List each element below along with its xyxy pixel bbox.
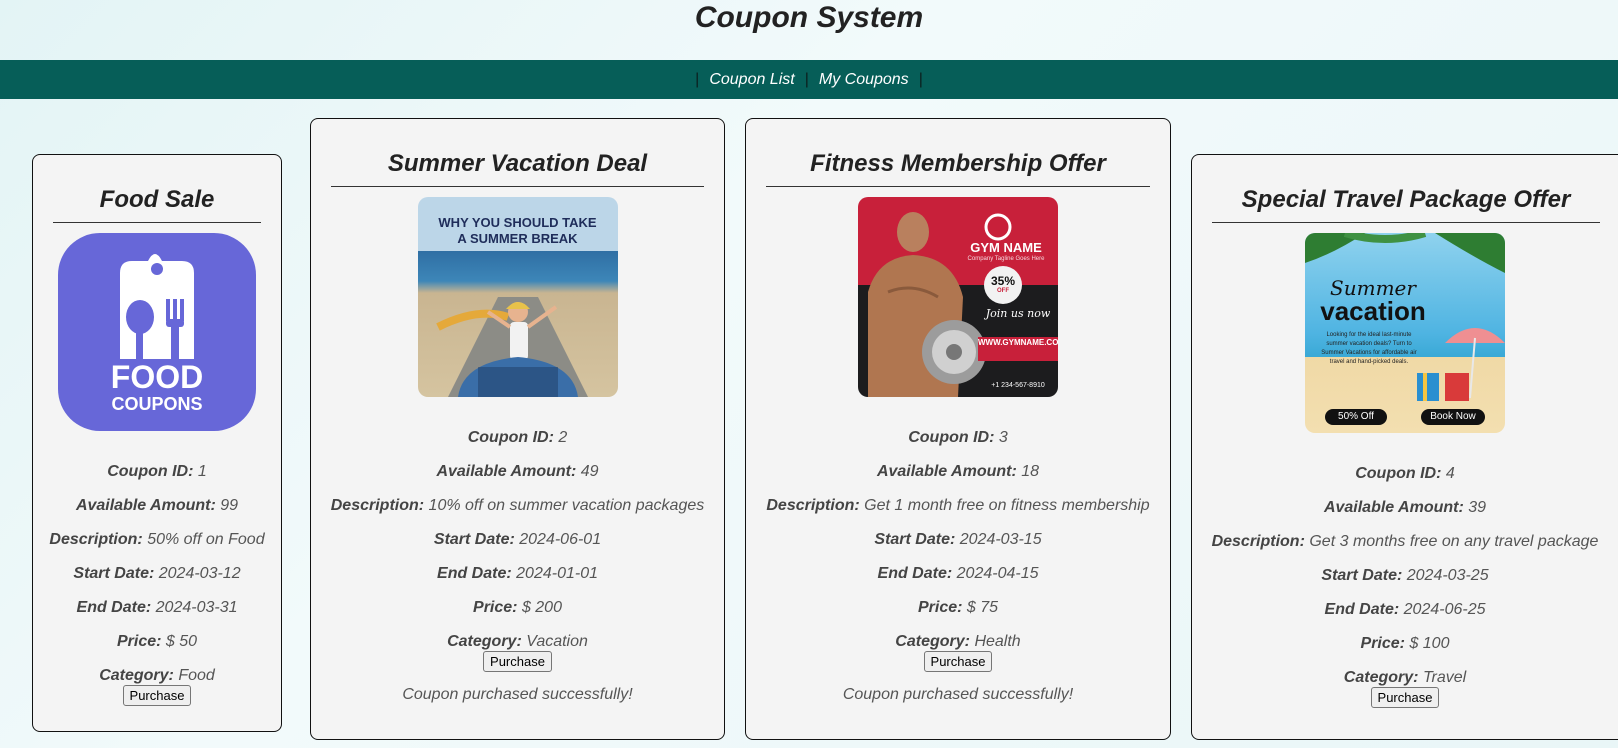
join-text: Join us now (985, 307, 1051, 320)
coupon-description-row: Description: 10% off on summer vacation … (330, 497, 705, 514)
coupon-image: GYM NAME Company Tagline Goes Here 35% O… (858, 197, 1058, 397)
coupon-card-fitness: Fitness Membership Offer GYM NAME Compan… (745, 118, 1171, 740)
image-pill-discount: 50% Off (1325, 409, 1387, 425)
coupon-amount-row: Available Amount: 49 (436, 463, 599, 480)
coupon-amount-value: 99 (220, 497, 239, 514)
nav-link-coupon-list[interactable]: Coupon List (709, 71, 794, 89)
nav-separator: | (804, 70, 809, 88)
coupon-id-value: 4 (1445, 465, 1455, 482)
coupon-amount-row: Available Amount: 18 (876, 463, 1040, 480)
coupon-price-row: Price: $ 200 (473, 599, 562, 616)
coupon-end-value: 2024-01-01 (516, 565, 598, 582)
coupon-image: FOOD COUPONS (58, 233, 256, 431)
coupon-price-value: $ 100 (1409, 635, 1450, 652)
coupon-price-value: $ 75 (966, 599, 999, 616)
coupon-category-row: Category: Vacation (447, 633, 588, 650)
coupon-category-value: Food (178, 667, 215, 684)
purchase-success-message: Coupon purchased successfully! (842, 686, 1074, 703)
coupon-price-value: $ 50 (165, 633, 198, 650)
coupon-start-value: 2024-03-25 (1406, 567, 1489, 584)
purchase-button[interactable]: Purchase (1370, 687, 1440, 708)
coupon-start-value: 2024-03-15 (959, 531, 1042, 548)
image-pill-book: Book Now (1421, 409, 1485, 425)
coupon-card-travel: Special Travel Package Offer Summer vaca… (1191, 154, 1618, 740)
coupon-card-summer-vacation: Summer Vacation Deal WHY YOU SHOULD TAKE… (310, 118, 725, 740)
coupon-end-row: End Date: 2024-04-15 (877, 565, 1039, 582)
coupon-image: Summer vacation Looking for the ideal la… (1305, 233, 1505, 433)
coupon-description-row: Description: Get 3 months free on any tr… (1211, 533, 1599, 550)
coupon-title: Food Sale (53, 186, 261, 223)
coupon-category-row: Category: Health (895, 633, 1021, 650)
purchase-button[interactable]: Purchase (122, 685, 192, 706)
nav-link-my-coupons[interactable]: My Coupons (819, 71, 909, 89)
purchase-button[interactable]: Purchase (483, 651, 552, 672)
coupon-title: Summer Vacation Deal (331, 150, 704, 187)
coupon-start-row: Start Date: 2024-03-12 (73, 565, 241, 582)
coupon-category-row: Category: Travel (1343, 669, 1467, 686)
coupon-title: Fitness Membership Offer (766, 150, 1150, 187)
coupon-amount-value: 39 (1468, 499, 1487, 516)
gym-website: WWW.GYMNAME.COM (978, 337, 1058, 361)
coupon-price-value: $ 200 (521, 599, 562, 616)
coupon-start-value: 2024-03-12 (158, 565, 241, 582)
image-title-vacation: vacation (1320, 296, 1426, 326)
coupon-id-row: Coupon ID: 1 (107, 463, 207, 480)
coupon-category-value: Travel (1422, 669, 1467, 686)
coupon-end-value: 2024-06-25 (1403, 601, 1486, 618)
purchase-button[interactable]: Purchase (923, 651, 993, 672)
image-body-text: Looking for the ideal last-minute summer… (1321, 332, 1417, 365)
image-text-food: FOOD (110, 359, 204, 395)
coupon-id-value: 2 (558, 429, 568, 446)
image-text-coupons: COUPONS (111, 394, 203, 414)
coupon-price-row: Price: $ 75 (917, 599, 999, 616)
coupon-end-row: End Date: 2024-01-01 (437, 565, 598, 582)
coupon-image: WHY YOU SHOULD TAKE A SUMMER BREAK (417, 197, 618, 397)
gym-tagline: Company Tagline Goes Here (967, 256, 1045, 262)
coupon-title: Special Travel Package Offer (1212, 186, 1600, 223)
coupon-description-value: 10% off on summer vacation packages (428, 497, 705, 514)
coupon-end-value: 2024-04-15 (956, 565, 1039, 582)
nav-separator: | (918, 70, 923, 88)
coupon-description-row: Description: 50% off on Food (49, 531, 265, 548)
discount-badge-sub: OFF (997, 288, 1009, 294)
coupon-end-row: End Date: 2024-06-25 (1324, 601, 1486, 618)
coupon-category-value: Health (974, 633, 1021, 650)
discount-badge: 35% (990, 274, 1016, 288)
coupon-description-value: Get 3 months free on any travel package (1309, 533, 1599, 550)
coupon-description-row: Description: Get 1 month free on fitness… (766, 497, 1150, 514)
coupon-start-row: Start Date: 2024-03-15 (874, 531, 1042, 548)
coupon-description-value: Get 1 month free on fitness membership (864, 497, 1150, 514)
gym-phone: +1 234-567-8910 (991, 382, 1045, 389)
nav-separator: | (695, 70, 700, 88)
coupon-id-row: Coupon ID: 2 (467, 429, 568, 446)
coupon-description-value: 50% off on Food (147, 531, 265, 548)
coupon-amount-value: 49 (580, 463, 599, 480)
coupon-amount-value: 18 (1021, 463, 1040, 480)
coupon-price-row: Price: $ 50 (116, 633, 198, 650)
coupon-id-value: 3 (998, 429, 1008, 446)
nav-bar: | Coupon List | My Coupons | (0, 60, 1618, 99)
road-trip-illustration-icon (435, 297, 588, 397)
coupon-category-row: Category: Food (99, 667, 215, 684)
coupon-start-value: 2024-06-01 (519, 531, 602, 548)
coupon-id-row: Coupon ID: 4 (1355, 465, 1455, 482)
coupon-card-food-sale: Food Sale FOOD COUPONS Coupon ID: 1 Avai… (32, 154, 282, 732)
coupon-id-value: 1 (197, 463, 207, 480)
coupon-amount-row: Available Amount: 39 (1323, 499, 1487, 516)
page-title: Coupon System (694, 1, 924, 34)
coupon-end-row: End Date: 2024-03-31 (76, 599, 238, 616)
coupon-end-value: 2024-03-31 (155, 599, 238, 616)
coupon-amount-row: Available Amount: 99 (75, 497, 239, 514)
coupon-price-row: Price: $ 100 (1360, 635, 1450, 652)
coupon-start-row: Start Date: 2024-06-01 (433, 531, 602, 548)
coupon-id-row: Coupon ID: 3 (908, 429, 1008, 446)
bodybuilder-dumbbell-icon (868, 212, 1022, 397)
coupon-category-value: Vacation (526, 633, 588, 650)
purchase-success-message: Coupon purchased successfully! (402, 686, 633, 703)
gym-brand-name: GYM NAME (970, 240, 1042, 255)
coupon-start-row: Start Date: 2024-03-25 (1321, 567, 1489, 584)
